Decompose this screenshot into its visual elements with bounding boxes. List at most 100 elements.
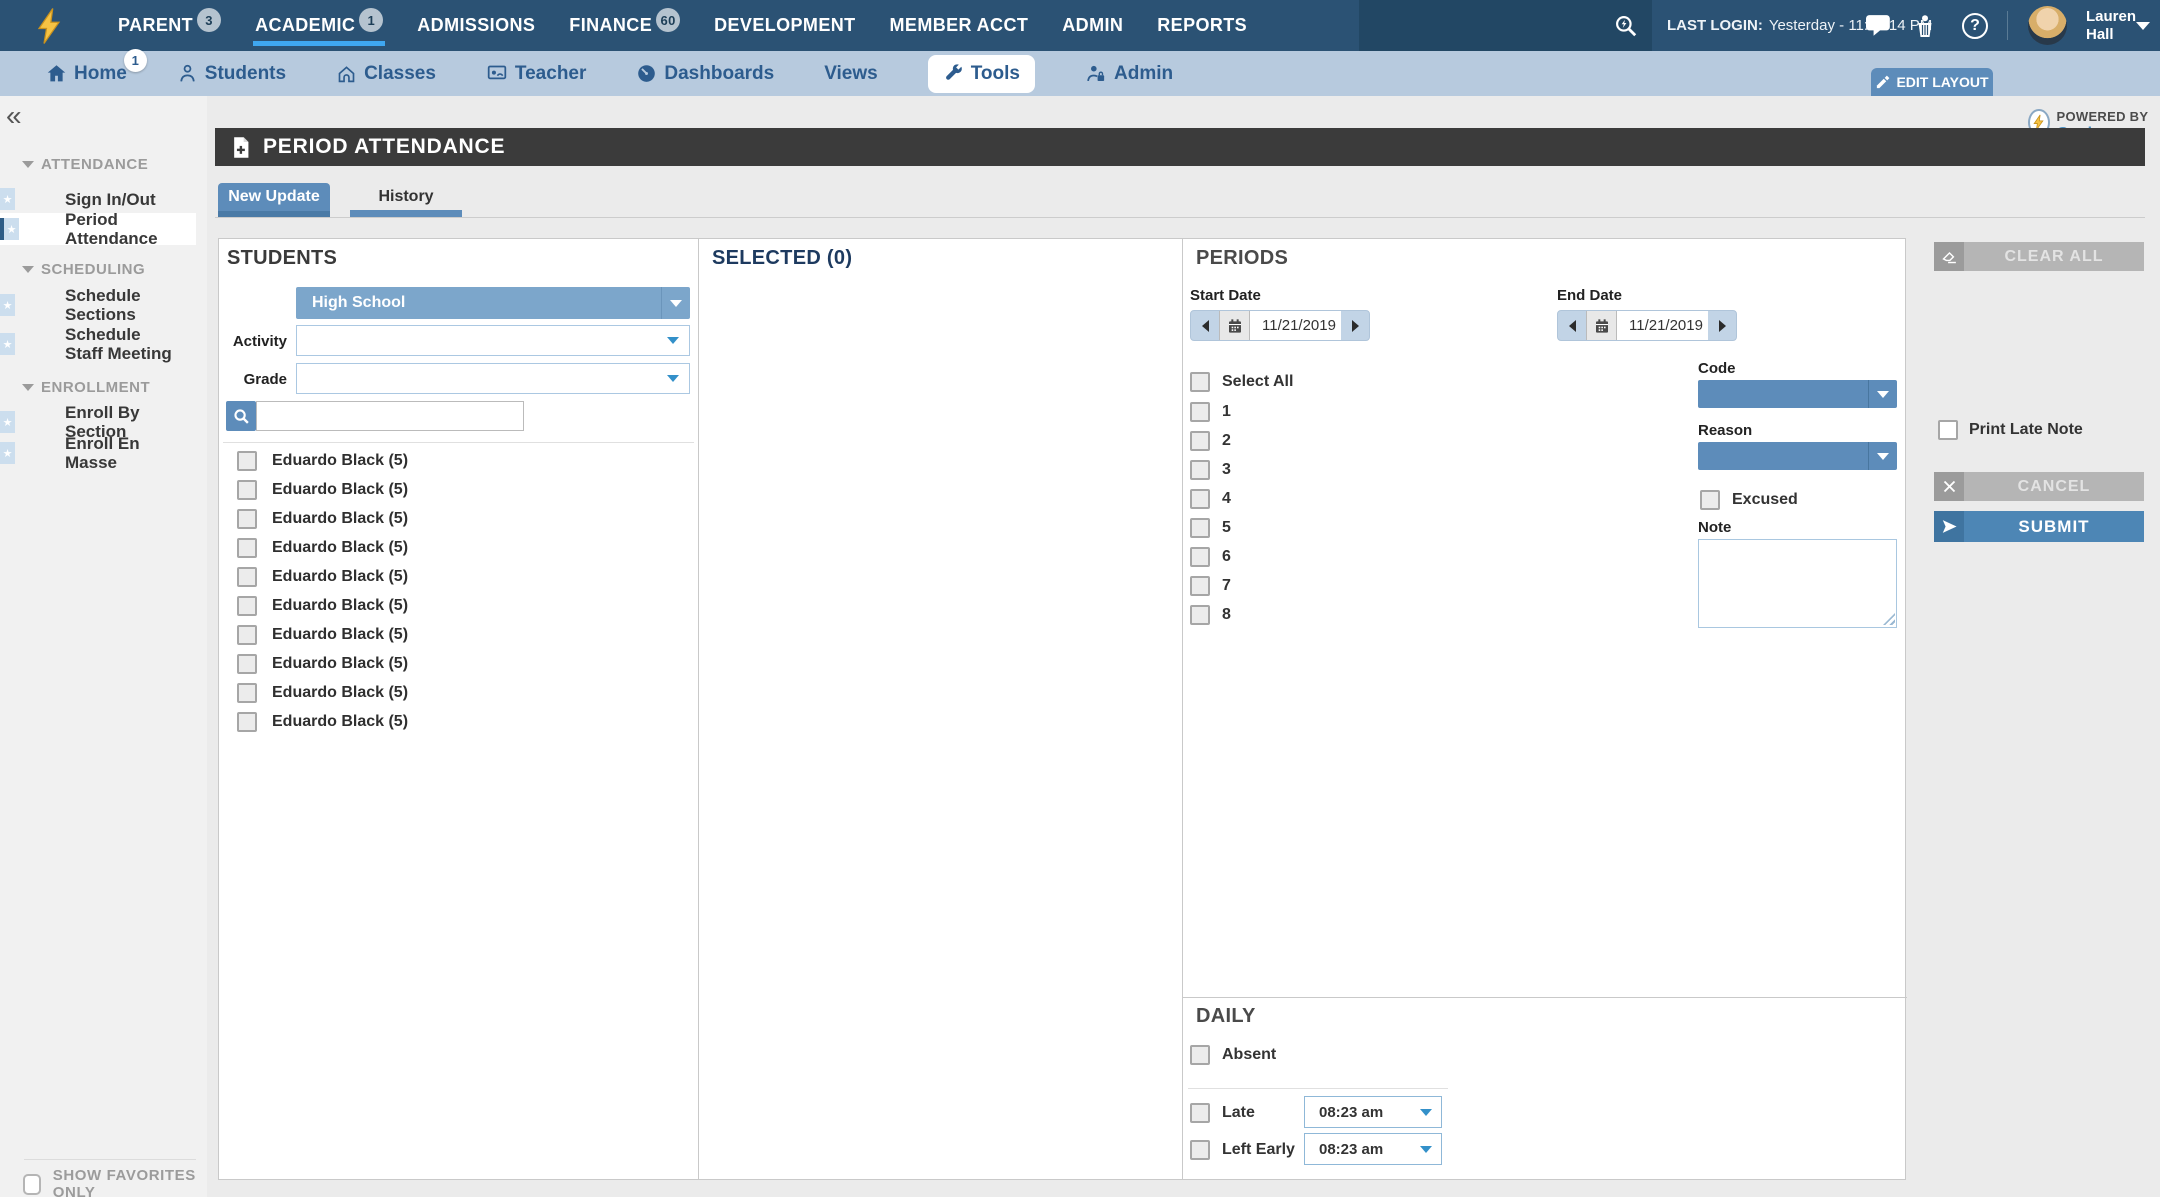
period-checkbox[interactable] xyxy=(1190,547,1210,567)
submit-button[interactable]: SUBMIT xyxy=(1934,511,2144,542)
student-checkbox[interactable] xyxy=(237,712,257,732)
chevron-down-icon xyxy=(1420,1109,1432,1116)
left-early-time-select[interactable]: 08:23 am xyxy=(1304,1133,1442,1165)
app-logo-bolt-icon[interactable] xyxy=(34,7,64,45)
sidebar-section-attendance[interactable]: ATTENDANCE xyxy=(22,156,148,173)
subnav-item-admin[interactable]: Admin xyxy=(1085,63,1173,85)
late-checkbox[interactable] xyxy=(1190,1103,1210,1123)
period-checkbox[interactable] xyxy=(1190,460,1210,480)
subnav-item-home[interactable]: Home 1 xyxy=(46,63,127,85)
nav-item-finance[interactable]: FINANCE 60 xyxy=(569,0,680,51)
start-date-input[interactable] xyxy=(1250,311,1341,340)
period-checkbox[interactable] xyxy=(1190,402,1210,422)
subnav-item-tools[interactable]: Tools xyxy=(928,55,1035,93)
activity-select[interactable] xyxy=(296,325,690,356)
period-row: 7 xyxy=(1190,576,1231,596)
search-icon[interactable] xyxy=(1613,13,1639,39)
grade-select[interactable] xyxy=(296,363,690,394)
prev-day-button[interactable] xyxy=(1191,311,1219,340)
school-select[interactable]: High School xyxy=(296,287,690,319)
print-late-note-checkbox[interactable] xyxy=(1938,420,1958,440)
student-list: Eduardo Black (5) Eduardo Black (5) Edua… xyxy=(237,451,408,741)
sidebar-section-enrollment[interactable]: ENROLLMENT xyxy=(22,379,150,396)
excused-checkbox[interactable] xyxy=(1700,490,1720,510)
student-name-label: Eduardo Black (5) xyxy=(272,684,408,702)
late-time-select[interactable]: 08:23 am xyxy=(1304,1096,1442,1128)
tab-history[interactable]: History xyxy=(350,183,462,217)
period-checkbox[interactable] xyxy=(1190,431,1210,451)
left-early-checkbox[interactable] xyxy=(1190,1140,1210,1160)
subnav-item-dashboards[interactable]: Dashboards xyxy=(636,63,774,85)
period-number-label: 6 xyxy=(1222,548,1231,566)
user-avatar[interactable] xyxy=(2028,6,2067,45)
chevron-down-icon xyxy=(1877,453,1889,460)
tab-new-update[interactable]: New Update xyxy=(218,183,330,217)
favorite-star-icon[interactable]: ★ xyxy=(0,294,15,316)
subnav-item-students[interactable]: Students xyxy=(177,63,286,85)
student-search-input[interactable] xyxy=(256,401,524,431)
nav-item-reports[interactable]: REPORTS xyxy=(1157,0,1247,51)
user-menu-caret-icon[interactable] xyxy=(2136,22,2150,30)
nav-item-parent[interactable]: PARENT 3 xyxy=(118,0,221,51)
prev-day-button[interactable] xyxy=(1558,311,1586,340)
user-name[interactable]: Lauren Hall xyxy=(2086,8,2136,44)
nav-item-academic[interactable]: ACADEMIC 1 xyxy=(255,0,383,51)
end-date-input[interactable] xyxy=(1617,311,1708,340)
student-checkbox[interactable] xyxy=(237,509,257,529)
home-icon xyxy=(46,63,67,84)
reason-select[interactable] xyxy=(1698,442,1897,470)
favorite-star-icon[interactable]: ★ xyxy=(0,442,15,464)
period-checkbox[interactable] xyxy=(1190,518,1210,538)
note-textarea[interactable] xyxy=(1698,539,1897,628)
edit-layout-button[interactable]: EDIT LAYOUT xyxy=(1871,68,1993,96)
favorite-star-icon[interactable]: ★ xyxy=(0,411,15,433)
absent-checkbox[interactable] xyxy=(1190,1045,1210,1065)
student-checkbox[interactable] xyxy=(237,538,257,558)
sidebar-item-enroll-by-section[interactable]: ★ Enroll By Section xyxy=(0,407,196,437)
subnav-item-teacher[interactable]: Teacher xyxy=(486,63,586,85)
sidebar-item-enroll-en-masse[interactable]: ★ Enroll En Masse xyxy=(0,438,196,468)
global-search-box[interactable] xyxy=(1359,0,1652,51)
arrow-left-icon xyxy=(1569,320,1576,332)
show-favorites-checkbox[interactable] xyxy=(23,1174,41,1195)
code-select[interactable] xyxy=(1698,380,1897,408)
student-checkbox[interactable] xyxy=(237,567,257,587)
nav-item-development[interactable]: DEVELOPMENT xyxy=(714,0,855,51)
parent-badge: 3 xyxy=(197,8,221,32)
period-checkbox[interactable] xyxy=(1190,605,1210,625)
sidebar-item-period-attendance[interactable]: ★ Period Attendance xyxy=(0,213,196,245)
calendar-button[interactable] xyxy=(1586,311,1617,340)
help-icon[interactable]: ? xyxy=(1962,13,1988,39)
sidebar-item-schedule-sections[interactable]: ★ Schedule Sections xyxy=(0,290,196,320)
nav-item-admin[interactable]: ADMIN xyxy=(1062,0,1123,51)
student-checkbox[interactable] xyxy=(237,596,257,616)
podium-speaker-icon[interactable] xyxy=(1913,14,1937,38)
period-checkbox[interactable] xyxy=(1190,576,1210,596)
next-day-button[interactable] xyxy=(1341,311,1369,340)
start-date-label: Start Date xyxy=(1190,287,1261,304)
period-checkbox[interactable] xyxy=(1190,489,1210,509)
collapse-sidebar-icon[interactable]: « xyxy=(6,102,22,130)
sidebar-item-schedule-staff-meeting[interactable]: ★ Schedule Staff Meeting xyxy=(0,322,196,366)
cancel-button[interactable]: CANCEL xyxy=(1934,472,2144,501)
student-checkbox[interactable] xyxy=(237,625,257,645)
subnav-item-classes[interactable]: Classes xyxy=(336,63,436,85)
select-all-label: Select All xyxy=(1222,373,1293,391)
student-checkbox[interactable] xyxy=(237,480,257,500)
student-search-button[interactable] xyxy=(226,401,256,431)
favorite-star-icon[interactable]: ★ xyxy=(0,188,15,210)
favorite-star-icon[interactable]: ★ xyxy=(0,218,19,240)
favorite-star-icon[interactable]: ★ xyxy=(0,333,15,355)
nav-item-member-acct[interactable]: MEMBER ACCT xyxy=(890,0,1029,51)
messages-icon[interactable] xyxy=(1866,14,1892,38)
student-checkbox[interactable] xyxy=(237,451,257,471)
clear-all-button[interactable]: CLEAR ALL xyxy=(1934,242,2144,271)
nav-item-admissions[interactable]: ADMISSIONS xyxy=(417,0,535,51)
subnav-item-views[interactable]: Views xyxy=(824,63,878,85)
student-checkbox[interactable] xyxy=(237,683,257,703)
select-all-checkbox[interactable] xyxy=(1190,372,1210,392)
sidebar-section-scheduling[interactable]: SCHEDULING xyxy=(22,261,145,278)
next-day-button[interactable] xyxy=(1708,311,1736,340)
student-checkbox[interactable] xyxy=(237,654,257,674)
calendar-button[interactable] xyxy=(1219,311,1250,340)
